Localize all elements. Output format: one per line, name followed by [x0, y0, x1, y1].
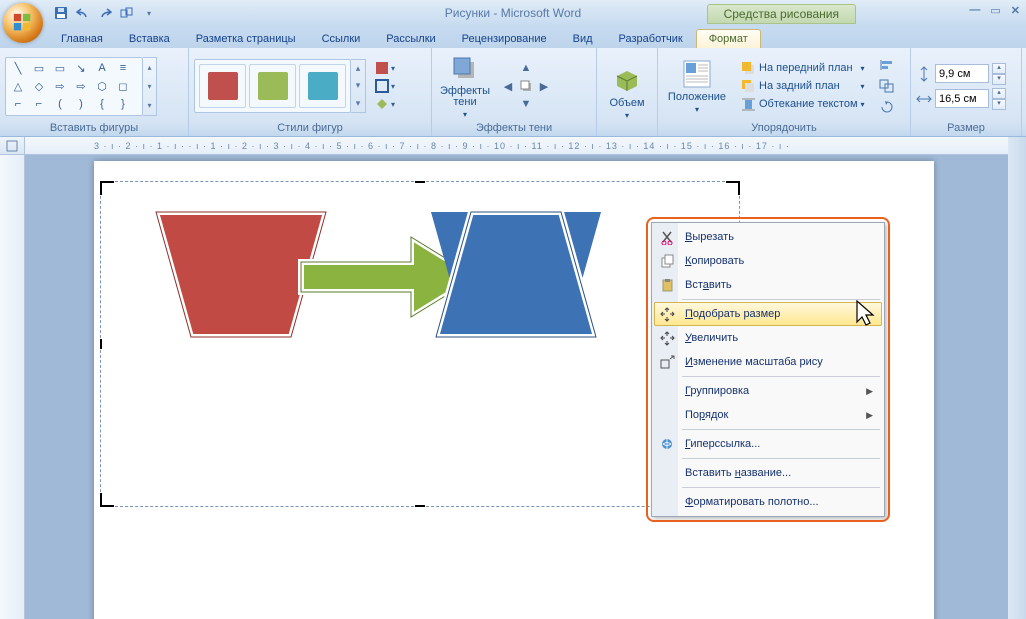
ruler-corner[interactable]: [0, 137, 25, 155]
vertical-ruler[interactable]: [0, 154, 25, 619]
ctx-форматировать-полотно-[interactable]: Форматировать полотно...: [654, 490, 882, 514]
ctx-порядок[interactable]: Порядок▶: [654, 403, 882, 427]
horizontal-ruler[interactable]: 3 · ı · 2 · ı · 1 · ı · · ı · 1 · ı · 2 …: [24, 137, 1008, 155]
position-button[interactable]: Положение▾: [663, 57, 731, 116]
ctx-увеличить[interactable]: Увеличить: [654, 326, 882, 350]
tab-references[interactable]: Ссылки: [309, 29, 374, 48]
tab-layout[interactable]: Разметка страницы: [183, 29, 309, 48]
height-spinner[interactable]: ▴▾: [992, 63, 1006, 85]
context-menu: ВырезатьКопироватьВставить Подобрать разм…: [651, 222, 885, 517]
vertical-scrollbar[interactable]: [1007, 137, 1026, 619]
text-wrap-button[interactable]: Обтекание текстом▾: [738, 96, 868, 113]
tab-home[interactable]: Главная: [48, 29, 116, 48]
shape-outline-button[interactable]: ▾: [373, 78, 397, 94]
office-button[interactable]: [3, 3, 43, 43]
qat-icon[interactable]: [117, 3, 137, 23]
width-icon: [916, 91, 932, 107]
titlebar: ▾ Рисунки - Microsoft Word Средства рисо…: [0, 0, 1026, 26]
align-button[interactable]: [877, 56, 897, 74]
shapes-gallery[interactable]: ╲▭▭↘A≡ △◇⇨⇨⬡◻ ⌐⌐(){}: [5, 57, 143, 116]
drawing-canvas[interactable]: [100, 181, 740, 507]
group-size: Размер: [916, 121, 1016, 136]
group-arrange: Упорядочить: [663, 121, 905, 136]
ctx-группировка[interactable]: Группировка▶: [654, 379, 882, 403]
group-insert-shapes: Вставить фигуры: [5, 121, 183, 136]
context-tab-group: Средства рисования: [707, 4, 856, 24]
tab-view[interactable]: Вид: [560, 29, 606, 48]
ribbon-tabs: Главная Вставка Разметка страницы Ссылки…: [0, 26, 1026, 48]
height-input[interactable]: [935, 64, 989, 83]
redo-icon[interactable]: [95, 3, 115, 23]
ctx-изменение-масштаба-рису[interactable]: Изменение масштаба рису: [654, 350, 882, 374]
shapes-scroll[interactable]: ▴▾▾: [143, 57, 157, 116]
style-gallery[interactable]: [194, 59, 351, 113]
tab-insert[interactable]: Вставка: [116, 29, 183, 48]
group-button[interactable]: [877, 77, 897, 95]
group-shadow: Эффекты тени: [437, 121, 591, 136]
window-title: Рисунки - Microsoft Word: [445, 6, 581, 20]
save-icon[interactable]: [51, 3, 71, 23]
shadow-effects-button[interactable]: Эффекты тени ▾: [437, 52, 493, 121]
undo-icon[interactable]: [73, 3, 93, 23]
width-spinner[interactable]: ▴▾: [992, 88, 1006, 110]
change-shape-button[interactable]: ▾: [373, 96, 397, 112]
height-icon: [916, 66, 932, 82]
qat-more-icon[interactable]: ▾: [139, 3, 159, 23]
canvas-shapes[interactable]: [101, 182, 739, 506]
ctx-вырезать[interactable]: Вырезать: [654, 225, 882, 249]
shadow-nudge[interactable]: ▲ ◀▶ ▼: [499, 59, 553, 113]
ctx-копировать[interactable]: Копировать: [654, 249, 882, 273]
close-icon[interactable]: ✕: [1011, 4, 1020, 17]
ctx-вставить[interactable]: Вставить: [654, 273, 882, 297]
ctx-гиперссылка-[interactable]: Гиперссылка...: [654, 432, 882, 456]
shape-fill-button[interactable]: ▾: [373, 60, 397, 76]
tab-review[interactable]: Рецензирование: [449, 29, 560, 48]
maximize-icon[interactable]: ▭: [990, 4, 1000, 17]
3d-effects-button[interactable]: Объем▾: [602, 63, 652, 122]
bring-front-button[interactable]: На передний план▾: [738, 60, 868, 77]
tab-developer[interactable]: Разработчик: [606, 29, 696, 48]
group-3d: [602, 133, 652, 136]
tab-format[interactable]: Формат: [696, 29, 761, 48]
tab-mailings[interactable]: Рассылки: [373, 29, 448, 48]
group-shape-styles: Стили фигур: [194, 121, 426, 136]
send-back-button[interactable]: На задний план▾: [738, 78, 868, 95]
ribbon: ╲▭▭↘A≡ △◇⇨⇨⬡◻ ⌐⌐(){} ▴▾▾ Вставить фигуры: [0, 48, 1026, 137]
ctx-вставить-название-[interactable]: Вставить название...: [654, 461, 882, 485]
width-input[interactable]: [935, 89, 989, 108]
ctx-подобрать-размер[interactable]: Подобрать размер: [654, 302, 882, 326]
quick-access-toolbar: ▾: [50, 3, 160, 23]
rotate-button[interactable]: [877, 98, 897, 116]
minimize-icon[interactable]: —: [969, 4, 980, 17]
style-scroll[interactable]: ▴▾▾: [351, 59, 366, 113]
